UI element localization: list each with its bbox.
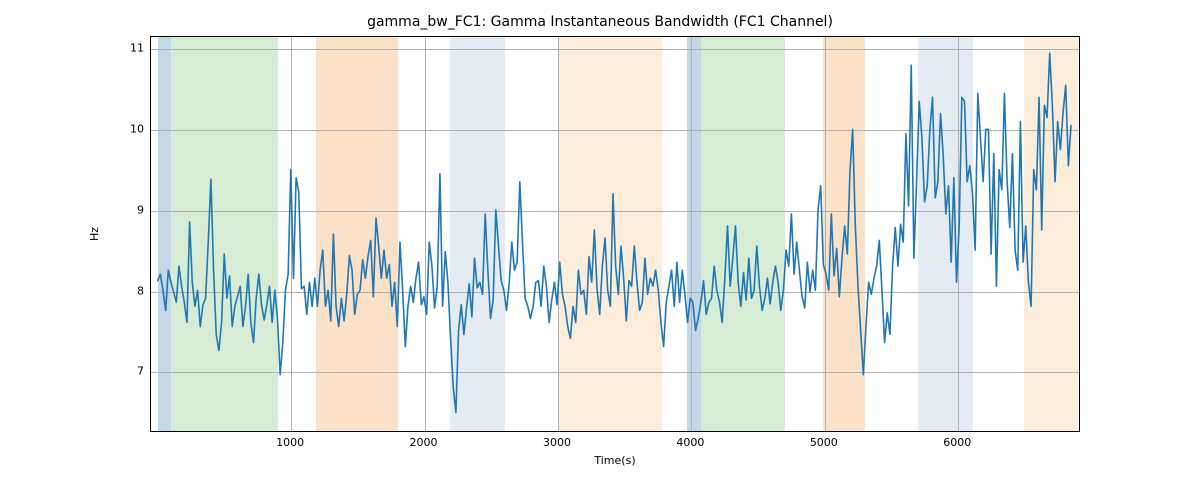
x-axis-label: Time(s) (150, 454, 1080, 467)
plot-area (150, 36, 1080, 432)
y-tick-label: 10 (110, 122, 144, 135)
x-tick-label: 6000 (927, 436, 987, 449)
data-line (151, 37, 1079, 431)
x-tick-label: 1000 (260, 436, 320, 449)
y-tick-label: 11 (110, 42, 144, 55)
y-tick-label: 9 (110, 203, 144, 216)
y-axis-label: Hz (88, 36, 108, 432)
x-tick-label: 3000 (527, 436, 587, 449)
y-tick-label: 7 (110, 365, 144, 378)
figure: gamma_bw_FC1: Gamma Instantaneous Bandwi… (0, 0, 1200, 500)
chart-title: gamma_bw_FC1: Gamma Instantaneous Bandwi… (0, 14, 1200, 30)
y-tick-label: 8 (110, 284, 144, 297)
x-tick-label: 4000 (660, 436, 720, 449)
x-tick-label: 2000 (394, 436, 454, 449)
x-tick-label: 5000 (794, 436, 854, 449)
